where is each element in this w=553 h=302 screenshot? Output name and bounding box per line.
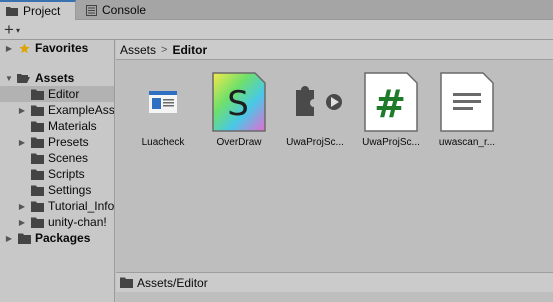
- tab-console-label: Console: [102, 3, 147, 17]
- tree-label-presets: Presets: [48, 135, 89, 149]
- bottom-strip: [116, 292, 553, 302]
- tree-row-scenes[interactable]: Scenes: [0, 150, 114, 166]
- tree-row-exampleass[interactable]: ▶ ExampleAss: [0, 102, 115, 118]
- asset-label-uwascan: uwascan_r...: [438, 137, 496, 148]
- tree-row-scripts[interactable]: Scripts: [0, 166, 114, 182]
- status-path: Assets/Editor: [137, 275, 208, 290]
- text-file-icon: [436, 71, 498, 133]
- tree-label-scripts: Scripts: [48, 167, 85, 181]
- project-folder-tree: ▶ Favorites ▼ Assets Editor ▶ ExampleAss…: [0, 40, 115, 302]
- breadcrumb-editor[interactable]: Editor: [172, 43, 207, 57]
- folder-icon: [31, 185, 44, 196]
- tab-project[interactable]: Project: [0, 0, 76, 20]
- tree-label-packages: Packages: [35, 231, 91, 245]
- expand-arrow-icon[interactable]: ▶: [17, 102, 27, 118]
- create-dropdown-button[interactable]: + ▾: [4, 20, 34, 39]
- asset-item-uwaprojsc-script[interactable]: # UwaProjSc...: [360, 71, 422, 151]
- tree-label-assets: Assets: [35, 71, 75, 85]
- svg-text:#: #: [374, 82, 406, 126]
- plus-icon: +: [4, 20, 14, 39]
- expand-arrow-icon[interactable]: ▶: [4, 230, 14, 246]
- expand-arrow-icon[interactable]: ▶: [17, 198, 27, 214]
- tree-row-presets[interactable]: ▶ Presets: [0, 134, 114, 150]
- tree-row-tutorial-info[interactable]: ▶ Tutorial_Info: [0, 198, 115, 214]
- asset-item-overdraw[interactable]: S OverDraw: [208, 71, 270, 151]
- tree-label-exampleass: ExampleAss: [48, 103, 115, 117]
- tree-row-unity-chan[interactable]: ▶ unity-chan!: [0, 214, 114, 230]
- tree-label-tutorial-info: Tutorial_Info: [48, 199, 115, 213]
- breadcrumb-assets[interactable]: Assets: [120, 43, 156, 57]
- tree-label-unity-chan: unity-chan!: [48, 215, 107, 229]
- csharp-script-icon: #: [360, 71, 422, 133]
- project-toolbar: + ▾: [0, 20, 553, 40]
- tab-project-label: Project: [23, 4, 61, 18]
- executable-icon: [132, 71, 194, 133]
- star-icon: [19, 42, 30, 53]
- tree-label-editor: Editor: [48, 87, 80, 101]
- expand-arrow-icon[interactable]: ▶: [4, 40, 14, 56]
- expand-arrow-icon[interactable]: ▶: [17, 214, 27, 230]
- asset-item-luacheck[interactable]: Luacheck: [132, 71, 194, 151]
- tree-row-assets[interactable]: ▼ Assets: [0, 70, 114, 86]
- folder-icon: [31, 105, 44, 116]
- asset-label-luacheck: Luacheck: [141, 137, 185, 148]
- folder-icon: [18, 233, 31, 244]
- tree-label-settings: Settings: [48, 183, 92, 197]
- tree-row-materials[interactable]: Materials: [0, 118, 114, 134]
- asset-item-uwaprojsc-plugin[interactable]: UwaProjSc...: [284, 71, 346, 151]
- tree-row-packages[interactable]: ▶ Packages: [0, 230, 114, 246]
- asset-browser: Assets > Editor Luacheck S OverDraw UwaP…: [116, 40, 553, 302]
- breadcrumb-separator-icon: >: [161, 43, 168, 56]
- tab-console[interactable]: Console: [80, 0, 160, 20]
- folder-icon: [31, 137, 44, 148]
- tree-label-favorites: Favorites: [35, 41, 89, 55]
- folder-open-icon: [17, 73, 30, 83]
- folder-icon: [31, 217, 44, 228]
- folder-icon: [6, 7, 18, 16]
- asset-label-uwaprojsc-script: UwaProjSc...: [362, 137, 420, 148]
- folder-icon: [31, 169, 44, 180]
- plugin-icon: [284, 71, 346, 133]
- folder-icon: [31, 89, 44, 100]
- chevron-down-icon: ▾: [15, 25, 20, 35]
- tree-row-settings[interactable]: Settings: [0, 182, 114, 198]
- expand-arrow-icon[interactable]: ▶: [17, 134, 27, 150]
- console-icon: [86, 4, 97, 16]
- folder-icon: [31, 153, 44, 164]
- path-status-bar: Assets/Editor: [116, 272, 553, 292]
- folder-icon: [120, 277, 133, 288]
- folder-icon: [31, 201, 44, 212]
- collapse-arrow-icon[interactable]: ▼: [4, 70, 14, 86]
- asset-item-uwascan[interactable]: uwascan_r...: [436, 71, 498, 151]
- window-tab-bar: Project Console: [0, 0, 553, 20]
- tree-label-materials: Materials: [48, 119, 97, 133]
- shader-icon: S: [208, 71, 270, 133]
- asset-label-uwaprojsc-plugin: UwaProjSc...: [286, 137, 344, 148]
- folder-icon: [31, 121, 44, 132]
- breadcrumb: Assets > Editor: [116, 40, 553, 60]
- svg-text:S: S: [227, 84, 249, 124]
- asset-label-overdraw: OverDraw: [216, 137, 262, 148]
- tree-row-editor[interactable]: Editor: [0, 86, 114, 102]
- tree-label-scenes: Scenes: [48, 151, 89, 165]
- tree-row-favorites[interactable]: ▶ Favorites: [0, 40, 114, 56]
